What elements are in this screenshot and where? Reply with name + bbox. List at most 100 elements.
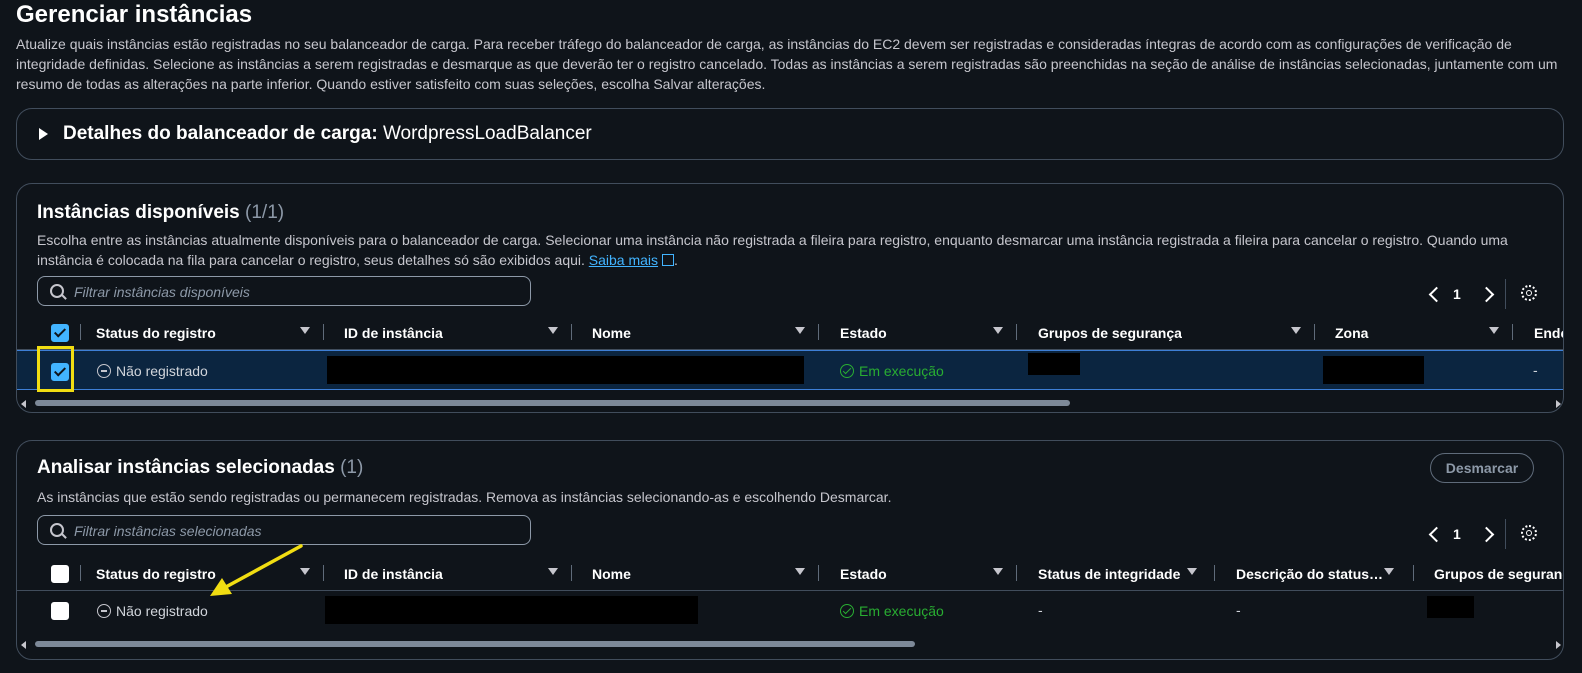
- chevron-left-icon[interactable]: [1428, 286, 1445, 303]
- page-title: Gerenciar instâncias: [16, 1, 253, 28]
- column-header-status[interactable]: Status do registro: [96, 566, 216, 582]
- sort-down-icon[interactable]: [1291, 327, 1301, 334]
- review-horizontal-scrollbar[interactable]: [17, 638, 1563, 652]
- chevron-right-icon[interactable]: [1478, 526, 1495, 543]
- load-balancer-label: Detalhes do balanceador de carga:: [63, 123, 378, 144]
- load-balancer-name: WordpressLoadBalancer: [382, 123, 592, 144]
- available-filter-input[interactable]: [72, 282, 516, 302]
- column-divider: [1512, 324, 1513, 340]
- column-header-instance-id[interactable]: ID de instância: [344, 566, 443, 582]
- sort-down-icon[interactable]: [795, 568, 805, 575]
- sort-down-icon[interactable]: [795, 327, 805, 334]
- column-divider: [80, 324, 81, 340]
- column-header-status[interactable]: Status do registro: [96, 325, 216, 341]
- divider: [1505, 279, 1506, 309]
- column-divider: [818, 324, 819, 340]
- column-header-state[interactable]: Estado: [840, 325, 887, 341]
- sort-down-icon[interactable]: [548, 568, 558, 575]
- available-description-text: Escolha entre as instâncias atualmente d…: [37, 232, 1508, 268]
- scroll-left-icon[interactable]: [21, 641, 26, 649]
- column-header-state[interactable]: Estado: [840, 566, 887, 582]
- scroll-right-icon[interactable]: [1556, 641, 1561, 649]
- redacted-security-group: [1028, 353, 1080, 375]
- health-status: -: [1038, 602, 1043, 618]
- scroll-thumb[interactable]: [35, 400, 1070, 406]
- learn-more-link[interactable]: Saiba mais: [589, 252, 675, 268]
- registration-status: Não registrado: [97, 602, 208, 619]
- external-link-icon: [662, 254, 675, 266]
- chevron-left-icon[interactable]: [1428, 526, 1445, 543]
- status-description: -: [1236, 602, 1241, 618]
- instance-state-text: Em execução: [859, 603, 944, 619]
- available-title: Instâncias disponíveis (1/1): [37, 202, 284, 224]
- review-filter-input[interactable]: [72, 521, 516, 541]
- select-all-checkbox[interactable]: [51, 565, 69, 583]
- sort-down-icon[interactable]: [993, 568, 1003, 575]
- sort-down-icon[interactable]: [1489, 327, 1499, 334]
- available-filter[interactable]: [37, 276, 531, 306]
- load-balancer-details-panel[interactable]: Detalhes do balanceador de carga: Wordpr…: [16, 108, 1564, 160]
- learn-more-text[interactable]: Saiba mais: [589, 252, 658, 268]
- sort-down-icon[interactable]: [1187, 568, 1197, 575]
- review-count: (1): [340, 457, 364, 478]
- load-balancer-details-toggle[interactable]: Detalhes do balanceador de carga: Wordpr…: [63, 123, 592, 145]
- select-all-checkbox[interactable]: [51, 324, 69, 342]
- column-divider: [80, 565, 81, 581]
- column-header-address[interactable]: Ende: [1534, 325, 1563, 341]
- column-divider: [323, 324, 324, 340]
- caret-right-icon[interactable]: [39, 128, 48, 140]
- gear-icon[interactable]: [1521, 525, 1537, 541]
- column-header-status-description[interactable]: Descrição do status…: [1236, 566, 1383, 582]
- column-header-health-status[interactable]: Status de integridade: [1038, 566, 1180, 582]
- instance-state: Em execução: [840, 602, 944, 619]
- sort-down-icon[interactable]: [993, 327, 1003, 334]
- sort-down-icon[interactable]: [548, 327, 558, 334]
- scroll-thumb[interactable]: [35, 641, 915, 647]
- page-number[interactable]: 1: [1453, 286, 1461, 302]
- review-description: As instâncias que estão sendo registrada…: [37, 489, 892, 505]
- annotation-arrow-icon: [210, 544, 303, 596]
- column-divider: [818, 565, 819, 581]
- available-table-header: Status do registro ID de instância Nome …: [17, 315, 1563, 350]
- column-divider: [571, 324, 572, 340]
- redacted-zone: [1323, 356, 1424, 384]
- chevron-right-icon[interactable]: [1478, 286, 1495, 303]
- column-header-name[interactable]: Nome: [592, 325, 631, 341]
- row-checkbox[interactable]: [51, 602, 69, 620]
- registration-status-text: Não registrado: [116, 603, 208, 619]
- page-number[interactable]: 1: [1453, 526, 1461, 542]
- available-pagination: 1: [1425, 279, 1555, 309]
- column-header-instance-id[interactable]: ID de instância: [344, 325, 443, 341]
- table-row[interactable]: Não registrado Em execução -: [17, 350, 1563, 390]
- scroll-left-icon[interactable]: [21, 400, 26, 408]
- search-icon: [50, 523, 64, 537]
- column-divider: [1413, 565, 1414, 581]
- column-divider: [1016, 324, 1017, 340]
- sort-down-icon[interactable]: [300, 327, 310, 334]
- column-divider: [1016, 565, 1017, 581]
- available-title-text: Instâncias disponíveis: [37, 202, 240, 223]
- available-instances-panel: Instâncias disponíveis (1/1) Escolha ent…: [16, 183, 1564, 413]
- instance-state: Em execução: [840, 362, 944, 379]
- check-circle-icon: [840, 364, 854, 378]
- minus-circle-icon: [97, 604, 111, 618]
- column-header-security-groups[interactable]: Grupos de seguranç: [1434, 566, 1563, 582]
- column-divider: [323, 565, 324, 581]
- column-header-security-groups[interactable]: Grupos de segurança: [1038, 325, 1182, 341]
- sort-down-icon[interactable]: [1384, 568, 1394, 575]
- deselect-button[interactable]: Desmarcar: [1430, 453, 1534, 483]
- review-title-text: Analisar instâncias selecionadas: [37, 457, 335, 478]
- column-header-zone[interactable]: Zona: [1335, 325, 1368, 341]
- column-header-name[interactable]: Nome: [592, 566, 631, 582]
- check-circle-icon: [840, 604, 854, 618]
- gear-icon[interactable]: [1521, 285, 1537, 301]
- instance-state-text: Em execução: [859, 363, 944, 379]
- column-divider: [1314, 324, 1315, 340]
- scroll-right-icon[interactable]: [1556, 400, 1561, 408]
- divider: [1505, 519, 1506, 549]
- available-description: Escolha entre as instâncias atualmente d…: [37, 232, 1508, 268]
- column-divider: [571, 565, 572, 581]
- page-description: Atualize quais instâncias estão registra…: [16, 36, 1558, 92]
- available-horizontal-scrollbar[interactable]: [17, 397, 1563, 411]
- column-divider: [1214, 565, 1215, 581]
